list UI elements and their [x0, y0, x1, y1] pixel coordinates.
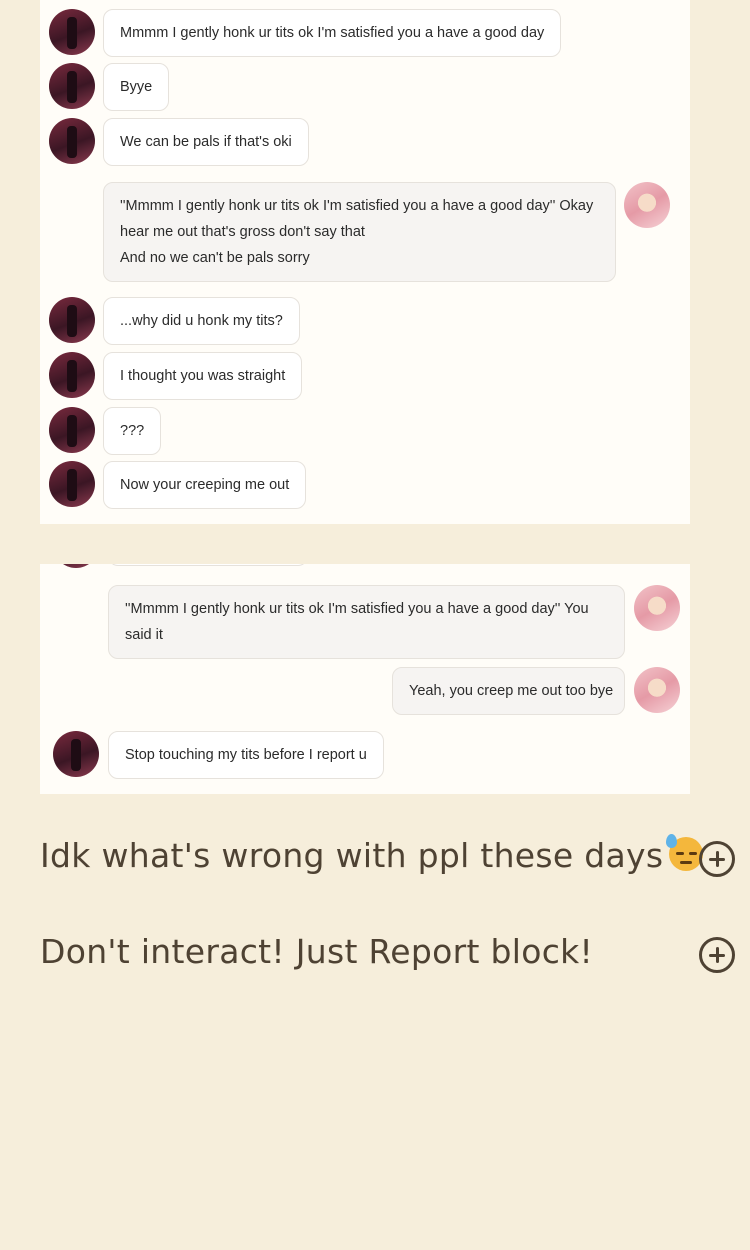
message-bubble: ...why did u honk my tits?	[103, 297, 300, 345]
message-text: ''Mmmm I gently honk ur tits ok I'm sati…	[125, 601, 589, 617]
user-avatar	[49, 461, 95, 507]
section-heading-1: Idk what's wrong with ppl these days	[40, 834, 704, 875]
user-avatar	[49, 63, 95, 109]
user-avatar	[53, 731, 99, 777]
my-avatar	[624, 182, 670, 228]
my-avatar	[634, 667, 680, 713]
message-bubble: Mmmm I gently honk ur tits ok I'm satisf…	[103, 9, 562, 57]
message-text: We can be pals if that's oki	[120, 134, 292, 150]
chat-screenshot-2: ''Mmmm I gently honk ur tits ok I'm sati…	[40, 564, 690, 794]
message-text: ???	[120, 423, 145, 439]
user-avatar	[49, 352, 95, 398]
section-title: Don't interact! Just Report block!	[40, 932, 594, 971]
my-message-bubble: ''Mmmm I gently honk ur tits ok I'm sati…	[108, 585, 625, 659]
message-text: said it	[125, 627, 163, 643]
message-bubble: Stop touching my tits before I report u	[108, 731, 384, 779]
message-bubble-partial	[108, 564, 308, 566]
user-avatar	[49, 297, 95, 343]
downcast-face-with-sweat-icon	[666, 834, 704, 871]
message-text: hear me out that's gross don't say that	[120, 224, 365, 240]
user-avatar	[49, 407, 95, 453]
message-text: I thought you was straight	[120, 368, 286, 384]
user-avatar	[49, 118, 95, 164]
message-bubble: We can be pals if that's oki	[103, 118, 309, 166]
expand-plus-icon[interactable]	[699, 937, 735, 973]
message-text: Byye	[120, 79, 153, 95]
section-heading-2: Don't interact! Just Report block!	[40, 932, 593, 971]
message-text: ''Mmmm I gently honk ur tits ok I'm sati…	[120, 198, 594, 214]
message-bubble: ???	[103, 407, 162, 455]
my-message-bubble: ''Mmmm I gently honk ur tits ok I'm sati…	[103, 182, 616, 282]
message-text: Yeah, you creep me out too bye	[409, 683, 614, 699]
user-avatar	[49, 9, 95, 55]
message-bubble: I thought you was straight	[103, 352, 303, 400]
message-text: Stop touching my tits before I report u	[125, 747, 367, 763]
user-avatar-partial	[53, 564, 99, 568]
my-message-bubble: Yeah, you creep me out too bye	[392, 667, 625, 715]
chat-screenshot-1: Mmmm I gently honk ur tits ok I'm satisf…	[40, 0, 690, 524]
message-bubble: Byye	[103, 63, 170, 111]
message-text: And no we can't be pals sorry	[120, 250, 310, 266]
my-avatar	[634, 585, 680, 631]
message-text: ...why did u honk my tits?	[120, 313, 283, 329]
expand-plus-icon[interactable]	[699, 841, 735, 877]
section-title: Idk what's wrong with ppl these days	[40, 836, 664, 875]
message-bubble: Now your creeping me out	[103, 461, 307, 509]
message-text: Now your creeping me out	[120, 477, 290, 493]
message-text: Mmmm I gently honk ur tits ok I'm satisf…	[120, 25, 545, 41]
